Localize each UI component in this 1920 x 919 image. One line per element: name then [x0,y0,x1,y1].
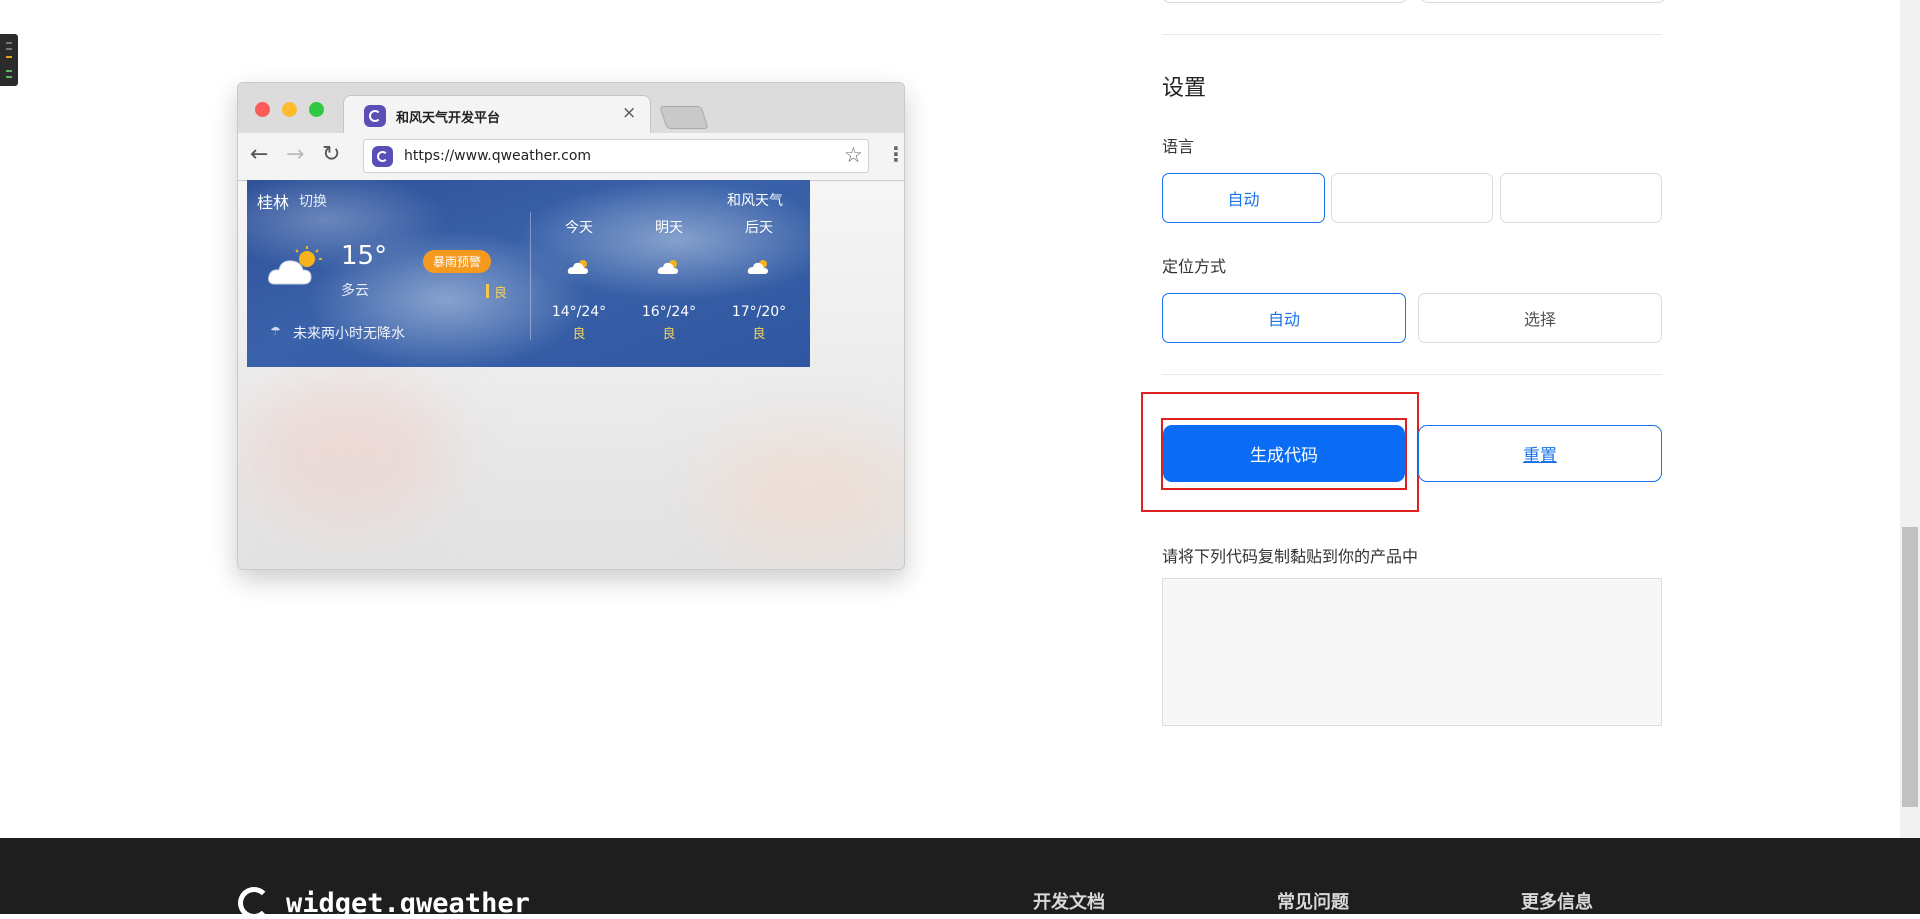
code-output-textarea[interactable] [1162,578,1662,726]
url-text: https://www.qweather.com [404,148,592,164]
tab-close-icon: × [622,103,637,123]
forecast-day: 明天 [655,220,683,236]
close-dot-icon [255,102,270,117]
weather-widget: 桂林 切换 15° 多云 暴雨预警 良 ☂ 未来两小时无降水 和风天气 今天 明… [247,180,810,367]
language-option-auto[interactable]: 自动 [1162,173,1325,223]
maximize-dot-icon [309,102,324,117]
aqi-indicator [486,284,489,298]
forecast-day: 后天 [745,220,773,236]
background-blur [708,432,904,552]
tab-title: 和风天气开发平台 [396,111,501,126]
divider-top [1162,34,1662,35]
page-scrollbar-thumb[interactable] [1902,527,1918,807]
weather-brand: 和风天气 [727,193,783,209]
partly-cloudy-small-icon [657,260,678,274]
new-tab-icon [659,106,709,129]
browser-toolbar: ← → ↻ https://www.qweather.com ☆ ⋮ [238,133,904,181]
settings-title: 设置 [1162,76,1207,101]
footer-link-more[interactable]: 更多信息 [1521,888,1593,914]
side-widget-handle[interactable] [0,34,18,86]
divider [1162,374,1662,375]
forecast-aqi: 良 [752,327,766,342]
current-temperature: 15° [341,241,388,271]
forecast-temp: 14°/24° [551,304,607,320]
rain-forecast-note: 未来两小时无降水 [293,326,405,342]
forecast-aqi: 良 [572,327,586,342]
forecast-aqi: 良 [662,327,676,342]
footer-link-docs[interactable]: 开发文档 [1033,888,1105,914]
partly-cloudy-icon [268,246,322,285]
forecast-temp: 17°/20° [731,304,787,320]
top-option-remnants [1162,0,1666,4]
language-option-2[interactable] [1331,173,1493,223]
location-option-select[interactable]: 选择 [1418,293,1662,343]
current-aqi: 良 [494,286,508,301]
code-prompt-label: 请将下列代码复制黏贴到你的产品中 [1162,547,1419,566]
current-condition: 多云 [341,283,369,299]
location-option-auto[interactable]: 自动 [1162,293,1406,343]
bookmark-star-icon: ☆ [844,143,863,167]
partly-cloudy-small-icon [567,260,588,274]
partly-cloudy-small-icon [747,260,768,274]
forward-arrow-icon: → [286,142,305,167]
browser-tab: 和风天气开发平台 × [343,95,651,135]
rain-drop-icon: ☂ [270,324,281,338]
highlight-box-inner [1161,418,1407,490]
qweather-logo-icon [238,887,270,919]
weather-city: 桂林 [257,193,290,212]
forecast-temp: 16°/24° [641,304,697,320]
footer-brand[interactable]: widget.qweather [286,888,530,919]
browser-menu-icon: ⋮ [886,142,905,166]
back-arrow-icon: ← [250,142,269,167]
reload-icon: ↻ [322,142,341,167]
weather-switch-link[interactable]: 切换 [299,191,327,211]
weather-divider [530,212,531,340]
language-option-3[interactable] [1500,173,1662,223]
background-blur [248,382,448,522]
reset-button[interactable]: 重置 [1418,425,1662,482]
qweather-favicon-icon [364,105,386,127]
location-label: 定位方式 [1162,257,1227,276]
qweather-favicon-icon [372,146,393,167]
footer-link-faq[interactable]: 常见问题 [1277,888,1349,914]
forecast-day: 今天 [565,220,593,236]
minimize-dot-icon [282,102,297,117]
browser-tabbar: 和风天气开发平台 × [238,83,904,135]
address-bar: https://www.qweather.com ☆ [363,139,869,173]
weather-alert-badge[interactable]: 暴雨预警 [423,250,492,273]
language-label: 语言 [1162,137,1195,156]
